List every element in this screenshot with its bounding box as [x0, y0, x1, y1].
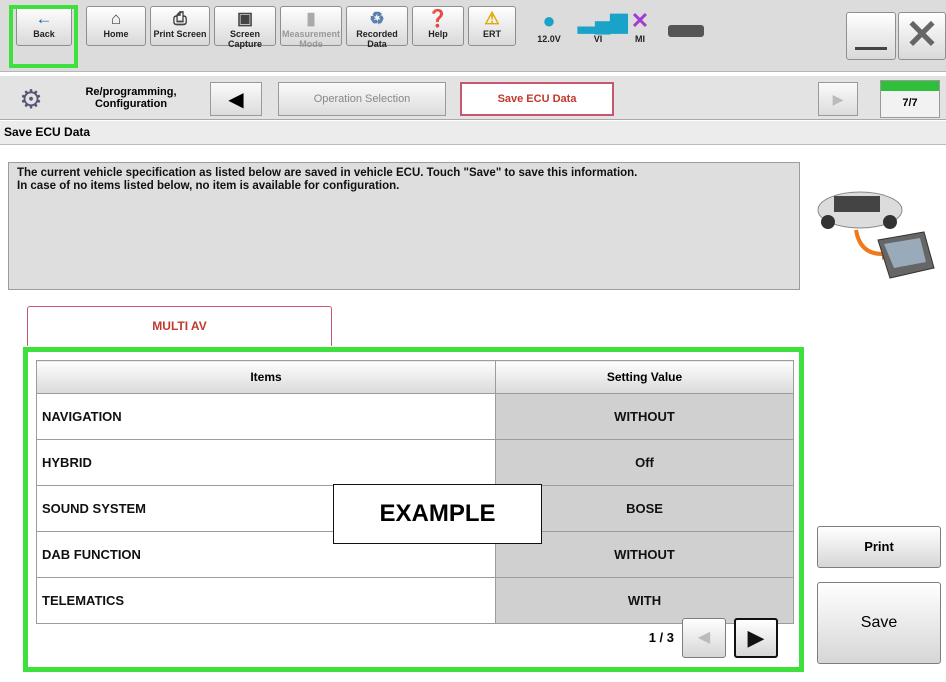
back-button-highlight [9, 5, 78, 68]
instruction-message: The current vehicle specification as lis… [8, 162, 800, 290]
recorded-data-button[interactable]: ♻ Recorded Data [346, 6, 408, 49]
car-icon: ● [542, 8, 556, 33]
tab-multi-av[interactable]: MULTI AV [27, 306, 332, 346]
save-button[interactable]: Save [817, 582, 941, 664]
camera-icon: ▣ [236, 9, 254, 28]
breadcrumb-operation-selection[interactable]: Operation Selection [278, 82, 446, 116]
disconnected-icon: ✕ [630, 8, 650, 33]
warning-icon: ⚠ [484, 9, 500, 28]
recorded-data-icon: ♻ [369, 9, 385, 28]
print-screen-button[interactable]: ⎙ Print Screen [150, 6, 210, 46]
print-button[interactable]: Print [817, 526, 941, 568]
measurement-mode-button[interactable]: ▮ Measurement Mode [280, 6, 342, 49]
breadcrumb-reprogramming: Re/programming, Configuration [85, 86, 177, 110]
signal-icon: ▂▄▆ [578, 8, 628, 33]
help-button[interactable]: ❓ Help [412, 6, 464, 46]
vehicle-to-laptop-icon [812, 168, 938, 288]
screen-capture-button[interactable]: ▣ Screen Capture [214, 6, 276, 49]
nav-back-button[interactable]: ◀ [210, 82, 262, 116]
help-icon: ❓ [427, 9, 449, 28]
example-label: EXAMPLE [333, 484, 542, 544]
home-button[interactable]: ⌂ Home [86, 6, 146, 46]
ert-button[interactable]: ⚠ ERT [468, 6, 516, 46]
left-triangle-icon: ◀ [228, 88, 244, 111]
battery-voltage-status: ● 12.0V [522, 8, 576, 48]
nav-next-button[interactable]: ▶ [818, 82, 858, 116]
page-title: Save ECU Data [0, 121, 946, 145]
minimize-button[interactable] [846, 12, 896, 60]
reprogramming-icon: ⚙ [19, 84, 43, 114]
close-icon: ✕ [905, 13, 939, 57]
battery-icon [668, 25, 704, 37]
printer-icon: ⎙ [173, 9, 187, 28]
right-triangle-icon: ▶ [832, 90, 844, 107]
close-button[interactable]: ✕ [898, 12, 946, 60]
meter-icon: ▮ [306, 9, 316, 28]
mi-status: ✕ MI [620, 8, 660, 48]
vi-status: ▂▄▆ VI [578, 8, 628, 44]
minimize-icon [855, 47, 887, 50]
breadcrumb-save-ecu-data[interactable]: Save ECU Data [460, 82, 614, 116]
progress-indicator: 7/7 [880, 80, 940, 118]
progress-bar [881, 81, 939, 91]
home-icon: ⌂ [110, 9, 122, 28]
